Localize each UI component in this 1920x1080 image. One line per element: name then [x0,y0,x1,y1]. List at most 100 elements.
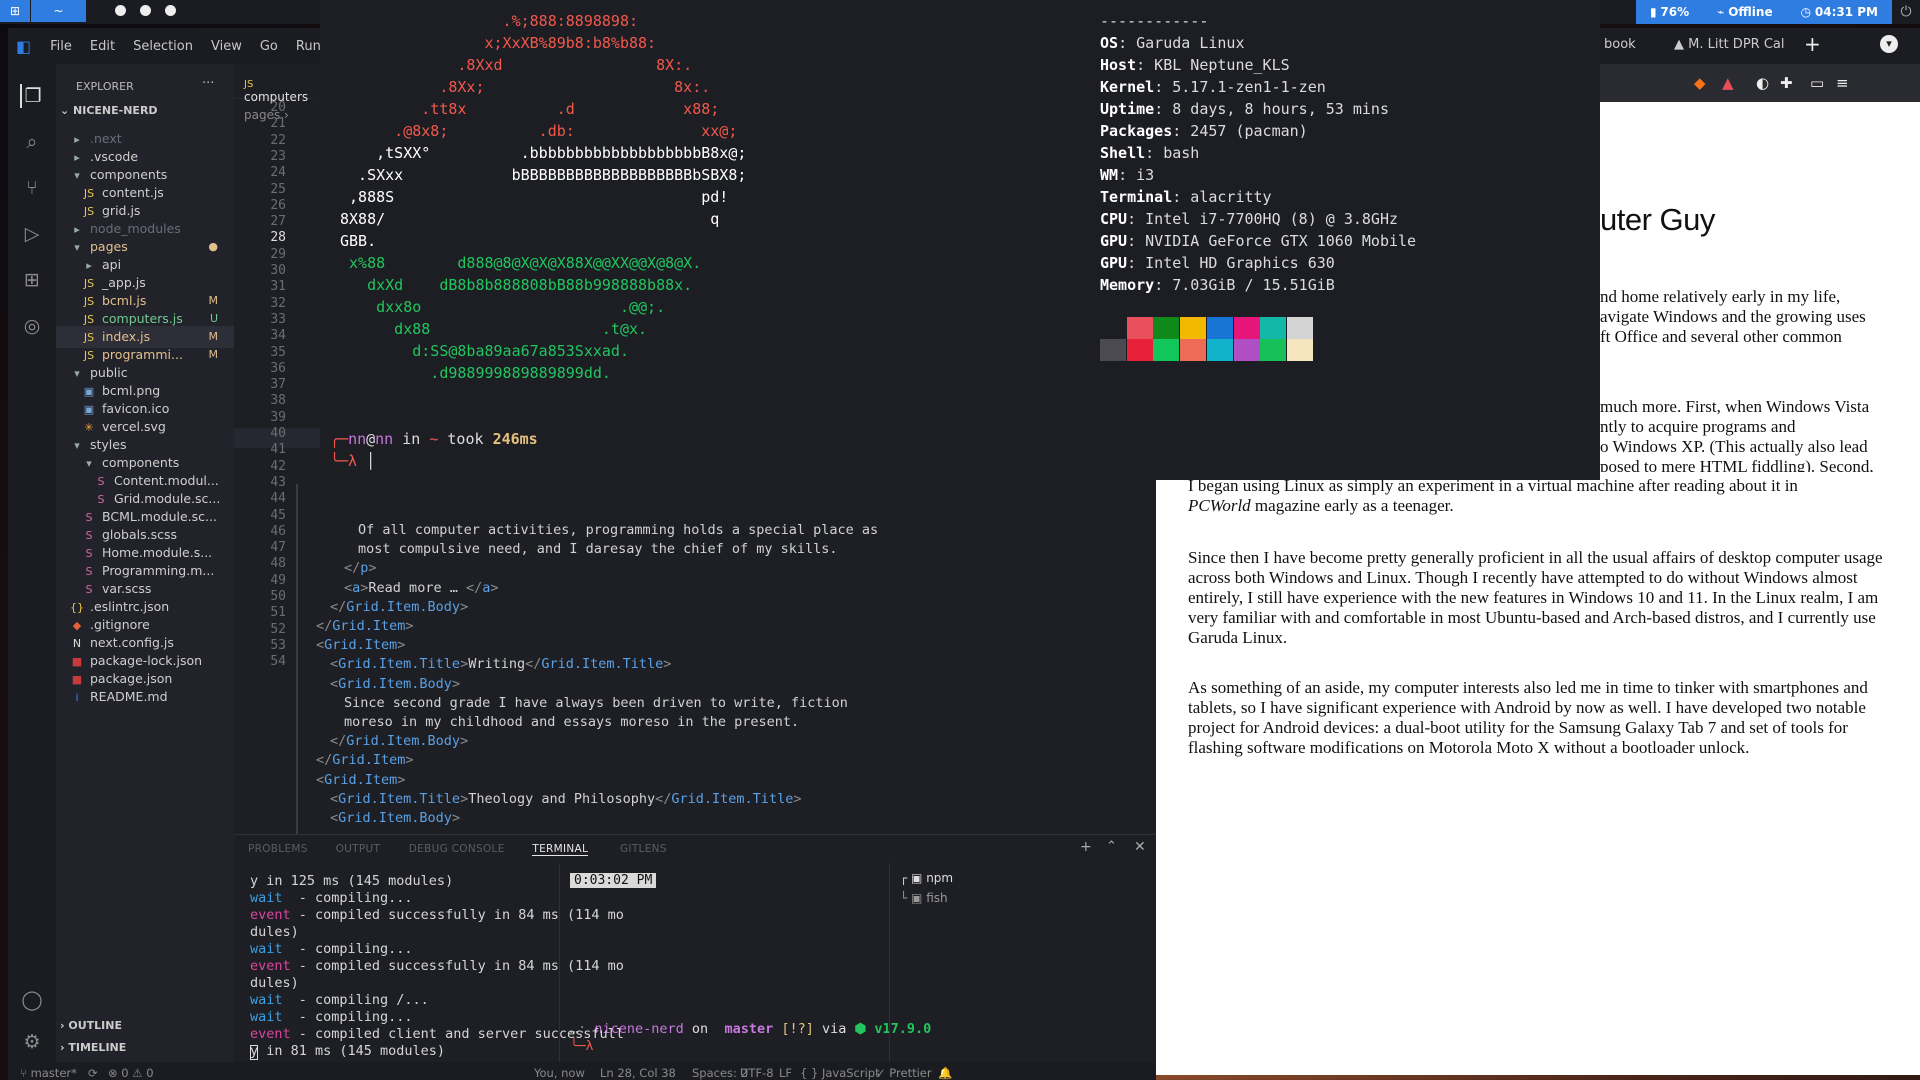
info-line: Shell: bash [1100,144,1200,162]
network-status[interactable]: ⌁ Offline [1703,5,1786,19]
code-line[interactable]: </p> [344,560,377,576]
shell-prompt[interactable]: ╭─nn@nn in ~ took 246ms [330,430,538,448]
battery-status[interactable]: ▮ 76% [1636,5,1703,19]
code-line[interactable]: most compulsive need, and I daresay the … [358,541,838,557]
panel-tab-debug-console[interactable]: DEBUG CONSOLE [409,843,505,855]
tab-search-icon[interactable]: ▾ [1880,35,1898,53]
outline-section[interactable]: › OUTLINE [60,1019,122,1032]
close-icon[interactable]: ✕ [1134,839,1146,855]
info-line: Terminal: alacritty [1100,188,1272,206]
code-line[interactable]: <a>Read more … </a> [344,580,499,596]
code-line[interactable]: Since second grade I have always been dr… [344,695,848,711]
tree-item-label: api [102,257,122,272]
code-line[interactable]: <Grid.Item.Body> [330,676,460,692]
tree-item-label: vercel.svg [102,419,166,434]
files-icon[interactable]: ❐ [20,84,44,108]
code-line[interactable]: moreso in my childhood and essays moreso… [344,714,799,730]
brave-shield-icon[interactable]: ◆ [1694,74,1706,92]
neofetch-separator: ------------ [1100,12,1209,30]
wallet-icon[interactable]: ▭ [1810,74,1824,92]
encoding-status[interactable]: UTF-8 [740,1066,774,1080]
rewards-icon[interactable]: ▲ [1722,74,1734,92]
menu-file[interactable]: File [41,39,81,54]
notifications-icon[interactable]: 🔔 [938,1066,952,1080]
activity-bar: ❐ ⌕ ⑂ ▷ ⊞ ◎ ◯ ⚙ [8,64,56,1062]
puzzle-icon[interactable]: ✚ [1780,74,1793,92]
branch-status[interactable]: ⑂ master* [20,1066,77,1080]
new-tab-button[interactable]: + [1804,32,1821,56]
tree-item-label: .vscode [90,149,139,164]
tree-item-label: BCML.module.sc... [102,509,217,524]
menu-edit[interactable]: Edit [81,39,124,54]
workspace-button[interactable]: ⊞ [0,0,30,22]
more-actions-icon[interactable]: ··· [202,76,214,91]
menu-go[interactable]: Go [251,39,287,54]
eol-status[interactable]: LF [779,1066,792,1080]
code-line[interactable]: <Grid.Item> [316,772,405,788]
editor-tab[interactable]: JS computers [234,64,314,104]
extension-icon[interactable]: ◐ [1756,74,1769,92]
article-p2-fragment: much more. First, when Windows Vista ntly… [1600,397,1874,476]
timeline-section[interactable]: › TIMELINE [60,1041,126,1054]
source-control-icon[interactable]: ⑂ [20,176,44,200]
workspace-home-button[interactable]: ~ [30,0,86,22]
code-line[interactable]: <Grid.Item> [316,637,405,653]
palette-swatch [1260,317,1287,339]
account-icon[interactable]: ◯ [20,988,44,1012]
line-number: 50 [270,589,286,604]
panel-tab-output[interactable]: OUTPUT [336,843,381,855]
terminal-list-fish[interactable]: └ ▣ fish [900,891,948,905]
panel-tab-gitlens[interactable]: GITLENS [620,843,667,855]
line-number: 41 [270,442,286,458]
clock[interactable]: ◷ 04:31 PM [1787,5,1892,19]
code-line[interactable]: </Grid.Item.Body> [330,599,468,615]
browser-tab-calendar[interactable]: ▲ M. Litt DPR Cal [1674,37,1784,52]
line-number: 31 [270,279,286,295]
language-status[interactable]: { } JavaScript [800,1066,880,1080]
gitlens-icon[interactable]: ◎ [20,314,44,338]
logo-line: .8Xxd 8X:. [340,56,693,74]
info-line: OS: Garuda Linux [1100,34,1245,52]
line-number: 53 [270,637,286,653]
menu-selection[interactable]: Selection [124,39,202,54]
code-line[interactable]: </Grid.Item.Body> [330,733,468,749]
menu-icon[interactable]: ≡ [1836,74,1849,92]
run-debug-icon[interactable]: ▷ [20,222,44,246]
info-line: Memory: 7.03GiB / 15.51GiB [1100,276,1335,294]
power-icon[interactable]: ⏻ [1892,0,1920,24]
code-line[interactable]: <Grid.Item.Title>Theology and Philosophy… [330,791,801,807]
logo-line: x%88 d888@8@X@X@X88X@@XX@@X@8@X. [340,254,702,272]
code-line[interactable]: <Grid.Item.Body> [330,810,460,826]
panel-tab-problems[interactable]: PROBLEMS [248,843,308,855]
line-number: 21 [270,116,286,132]
blame-status[interactable]: You, now [534,1066,585,1080]
tree-item[interactable]: i README.md [56,686,234,708]
sync-icon[interactable]: ⟳ [88,1066,98,1080]
git-prompt[interactable]: …: nicene-nerd on master [!?] via ⬢ v17.… [570,1021,931,1037]
logo-line: dxx8o .@@;. [340,298,666,316]
code-line[interactable]: Of all computer activities, programming … [358,522,878,538]
problems-status[interactable]: ⊗ 0 ⚠ 0 [108,1066,154,1080]
code-line[interactable]: <Grid.Item.Title>Writing</Grid.Item.Titl… [330,656,671,672]
code-line[interactable]: </Grid.Item> [316,618,414,634]
terminal-list-npm[interactable]: ┌ ▣ npm [900,871,953,885]
menu-view[interactable]: View [202,39,251,54]
prettier-status[interactable]: ✓ Prettier [876,1066,932,1080]
panel-tab-terminal[interactable]: TERMINAL [532,843,589,856]
new-terminal-icon[interactable]: + [1080,839,1092,855]
article-title: uter Guy [1600,202,1715,237]
terminal-line: event - compiled successfully in 84 ms (… [250,907,624,923]
logo-line: .8Xx; 8x:. [340,78,711,96]
alacritty-terminal[interactable]: ------------ ╭─nn@nn in ~ took 246ms ╰─λ… [320,0,1600,480]
extensions-icon[interactable]: ⊞ [20,268,44,292]
gear-icon[interactable]: ⚙ [20,1030,44,1054]
palette-swatch [1153,339,1180,361]
search-icon[interactable]: ⌕ [20,130,44,154]
cursor-position[interactable]: Ln 28, Col 38 [600,1066,676,1080]
maximize-icon[interactable]: ⌃ [1106,839,1117,854]
project-header[interactable]: ⌄ NICENE-NERD [60,104,158,117]
browser-tab-book[interactable]: book [1604,37,1636,52]
line-number: 35 [270,344,286,360]
code-line[interactable]: </Grid.Item> [316,752,414,768]
tree-item-label: var.scss [102,581,152,596]
